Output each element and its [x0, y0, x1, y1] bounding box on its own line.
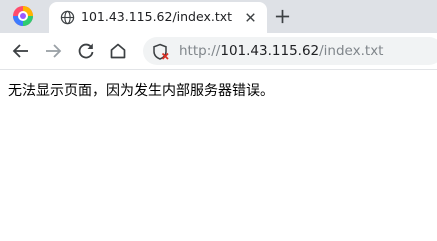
back-arrow-icon[interactable]	[11, 41, 31, 61]
url-host: 101.43.115.62	[220, 43, 320, 59]
home-icon[interactable]	[108, 41, 128, 61]
globe-icon	[60, 10, 75, 25]
url-path: /index.txt	[319, 43, 384, 59]
page-content: 无法显示页面，因为发生内部服务器错误。	[0, 70, 437, 241]
plus-icon[interactable]	[274, 8, 291, 25]
url-scheme: http://	[179, 43, 221, 59]
toolbar: http://101.43.115.62/index.txt	[0, 33, 437, 70]
url-text[interactable]: http://101.43.115.62/index.txt	[179, 43, 383, 59]
address-bar[interactable]: http://101.43.115.62/index.txt	[143, 37, 437, 65]
error-message: 无法显示页面，因为发生内部服务器错误。	[8, 83, 274, 99]
reload-icon[interactable]	[76, 41, 96, 61]
not-secure-shield-icon[interactable]	[152, 43, 170, 61]
tab-strip: 101.43.115.62/index.txt	[0, 0, 437, 33]
tab-active[interactable]: 101.43.115.62/index.txt	[49, 2, 267, 33]
browser-window: 101.43.115.62/index.txt http://101.43.11…	[0, 0, 437, 241]
forward-arrow-icon[interactable]	[43, 41, 63, 61]
close-icon[interactable]	[243, 10, 258, 25]
browser-logo-icon[interactable]	[12, 5, 34, 27]
tab-title: 101.43.115.62/index.txt	[81, 9, 233, 24]
